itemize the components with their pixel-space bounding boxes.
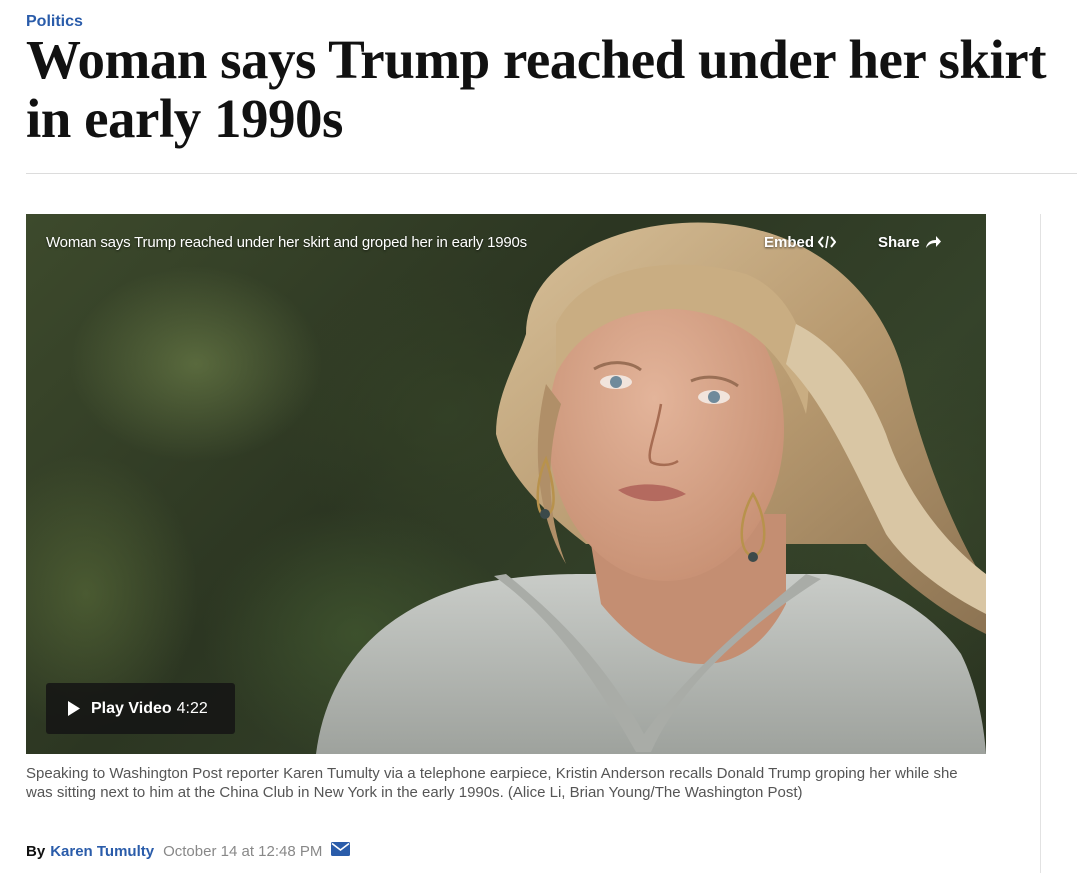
embed-label: Embed <box>764 234 815 251</box>
video-title: Woman says Trump reached under her skirt… <box>46 234 527 251</box>
author-link[interactable]: Karen Tumulty <box>50 842 154 862</box>
play-icon <box>68 701 80 716</box>
code-icon <box>817 235 837 249</box>
video-duration: 4:22 <box>176 699 208 717</box>
publish-date: October 14 at 12:48 PM <box>163 843 323 860</box>
video-caption: Speaking to Washington Post reporter Kar… <box>26 765 958 801</box>
share-button[interactable]: Share <box>878 234 942 251</box>
byline: By Karen Tumulty October 14 at 12:48 PM <box>26 842 351 862</box>
headline: Woman says Trump reached under her skirt… <box>26 29 1047 149</box>
header-divider <box>26 173 1077 174</box>
embed-button[interactable]: Embed <box>764 234 837 251</box>
share-label: Share <box>878 234 920 251</box>
byline-prefix: By <box>26 843 46 860</box>
video-still-image <box>316 222 986 754</box>
play-video-button[interactable]: Play Video 4:22 <box>46 683 235 734</box>
sidebar-divider <box>1040 214 1041 873</box>
share-arrow-icon <box>925 236 941 248</box>
video-player[interactable]: Woman says Trump reached under her skirt… <box>26 214 986 754</box>
mail-icon[interactable] <box>331 842 351 862</box>
play-video-label: Play Video <box>91 699 172 717</box>
